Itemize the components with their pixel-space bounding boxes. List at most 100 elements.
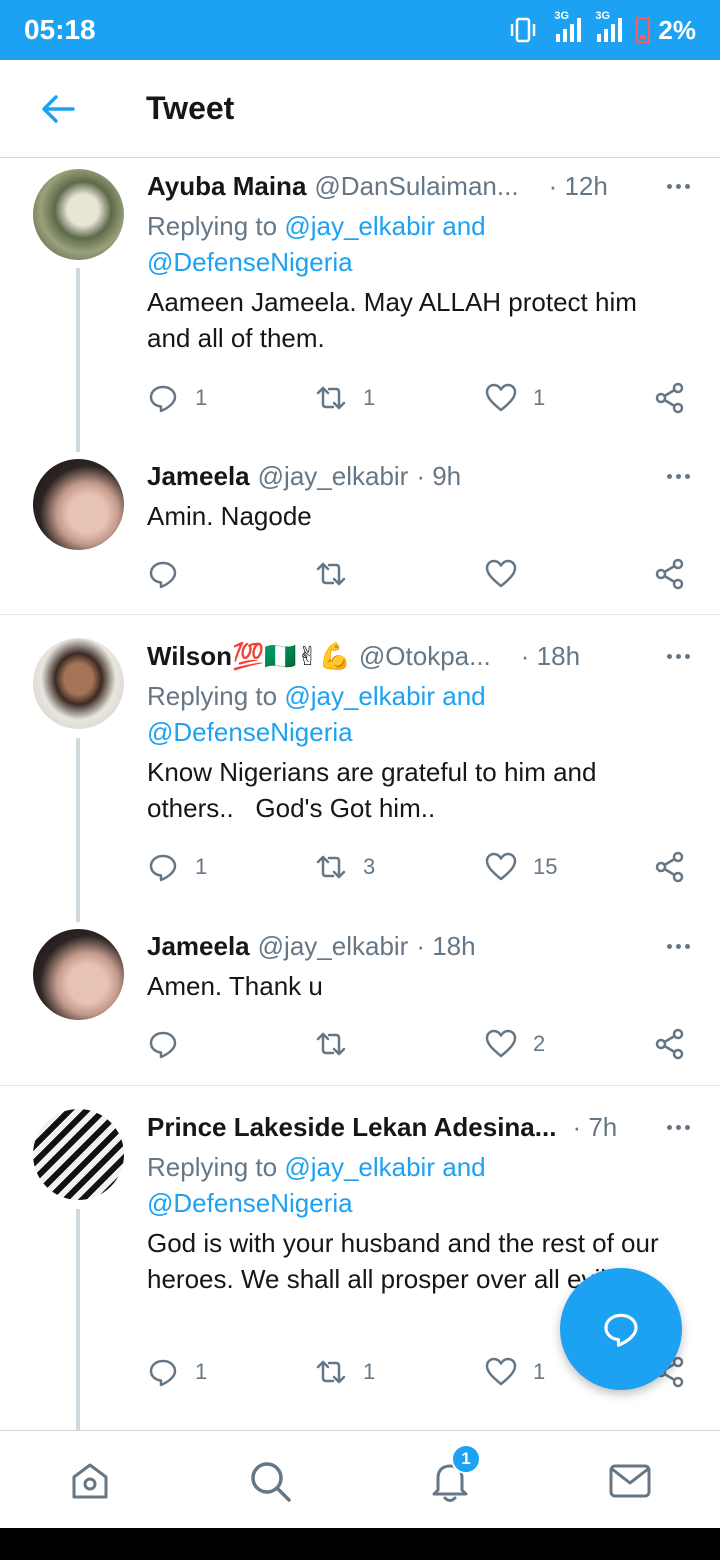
tweet-time: · 12h: [548, 170, 608, 201]
reply-icon: [149, 1031, 177, 1059]
mention-link[interactable]: @jay_elkabir: [284, 211, 435, 241]
reply-button[interactable]: 1: [147, 378, 207, 418]
author-handle[interactable]: @jay_elkabir: [258, 931, 409, 962]
reply-button[interactable]: 1: [147, 847, 207, 887]
status-bar: 05:18 3G 3G 2%: [0, 0, 720, 60]
share-button[interactable]: [654, 1024, 686, 1064]
author-name[interactable]: Ayuba Maina: [147, 171, 306, 202]
reply-button[interactable]: 1: [147, 1352, 207, 1392]
author-handle[interactable]: @jay_elkabir: [258, 461, 409, 492]
retweet-icon: [316, 855, 346, 879]
nav-home[interactable]: [66, 1457, 114, 1505]
tweet-body: Jameela @jay_elkabir · 9h Amin. Nagode: [147, 458, 690, 534]
avatar[interactable]: [33, 169, 124, 260]
tweet-header: Wilson💯🇳🇬✌💪 @Otokpa... · 18h: [147, 638, 690, 674]
author-name[interactable]: Jameela: [147, 931, 250, 962]
heart-icon: [485, 559, 517, 588]
share-button[interactable]: [654, 847, 686, 887]
arrow-left-icon: [42, 94, 75, 123]
tweet-text: Know Nigerians are grateful to him and o…: [147, 757, 604, 823]
reply-count: 1: [195, 854, 208, 879]
reply-icon: [149, 385, 177, 413]
tweet[interactable]: Jameela @jay_elkabir · 18h Amen. Thank u…: [0, 922, 720, 1084]
reply-icon: [149, 561, 177, 589]
author-name[interactable]: Prince Lakeside Lekan Adesina...: [147, 1112, 556, 1143]
nav-messages[interactable]: [606, 1457, 654, 1505]
more-options-button[interactable]: [642, 638, 690, 674]
more-options-button[interactable]: [642, 168, 690, 204]
thread-line: [76, 738, 80, 922]
author-handle[interactable]: @Otokpa...: [359, 641, 491, 672]
signal-icon-2: 3G: [595, 10, 623, 42]
like-count: 15: [533, 854, 558, 879]
app-header: Tweet: [0, 60, 720, 158]
replying-to: Replying to @jay_elkabir and @DefenseNig…: [147, 1152, 486, 1218]
retweet-button[interactable]: 1: [315, 378, 375, 418]
tweet-actions: [147, 554, 692, 594]
more-options-button[interactable]: [642, 458, 690, 494]
author-handle[interactable]: @DanSulaiman...: [314, 171, 518, 202]
like-button[interactable]: 1: [485, 378, 545, 418]
tweet-text: Amin. Nagode: [147, 501, 312, 531]
mention-link[interactable]: @jay_elkabir: [284, 1152, 435, 1182]
more-options-button[interactable]: [642, 928, 690, 964]
compose-reply-button[interactable]: [560, 1268, 682, 1390]
tweet-header: Jameela @jay_elkabir · 9h: [147, 458, 690, 494]
avatar[interactable]: [33, 459, 124, 550]
signal-icon: 3G: [554, 10, 582, 42]
page-title: Tweet: [146, 90, 235, 126]
nav-search[interactable]: [246, 1457, 294, 1505]
mail-icon: [609, 1464, 651, 1498]
mention-link[interactable]: @DefenseNigeria: [147, 247, 353, 277]
reply-count: 1: [195, 385, 208, 410]
retweet-count: 3: [363, 854, 376, 879]
mention-link[interactable]: @DefenseNigeria: [147, 1188, 353, 1218]
share-button[interactable]: [654, 554, 686, 594]
status-icons: 3G 3G 2%: [508, 10, 696, 46]
retweet-icon: [316, 1032, 346, 1056]
share-button[interactable]: [654, 378, 686, 418]
back-button[interactable]: [30, 81, 86, 137]
tweet[interactable]: Jameela @jay_elkabir · 9h Amin. Nagode: [0, 452, 720, 614]
like-button[interactable]: 15: [485, 847, 557, 887]
like-button[interactable]: [485, 554, 533, 594]
retweet-count: 1: [363, 1359, 376, 1384]
system-nav-bar: [0, 1528, 720, 1560]
avatar[interactable]: [33, 1109, 124, 1200]
retweet-icon: [316, 1360, 346, 1384]
reply-icon: [149, 1359, 177, 1387]
author-name[interactable]: Wilson💯🇳🇬✌💪: [147, 641, 351, 672]
retweet-button[interactable]: 3: [315, 847, 375, 887]
avatar[interactable]: [33, 929, 124, 1020]
tweet-actions: 1 1 1: [147, 378, 692, 418]
tweet-body: Jameela @jay_elkabir · 18h Amen. Thank u: [147, 928, 690, 1004]
vibrate-icon: [511, 17, 536, 43]
mention-link[interactable]: @jay_elkabir: [284, 681, 435, 711]
like-button[interactable]: 1: [485, 1352, 545, 1392]
heart-icon: [485, 383, 517, 412]
divider: [0, 1085, 720, 1086]
tweet[interactable]: Ayuba Maina @DanSulaiman... · 12h Replyi…: [0, 160, 720, 452]
avatar[interactable]: [33, 638, 124, 729]
retweet-button[interactable]: [315, 554, 363, 594]
heart-icon: [485, 1357, 517, 1386]
reply-button[interactable]: [147, 1024, 195, 1064]
notification-badge: 1: [451, 1444, 481, 1474]
reply-button[interactable]: [147, 554, 195, 594]
mention-and: and: [442, 1152, 486, 1182]
reply-icon: [149, 854, 177, 882]
like-button[interactable]: 2: [485, 1024, 545, 1064]
tweet-time: · 9h: [416, 460, 462, 491]
tweet[interactable]: Wilson💯🇳🇬✌💪 @Otokpa... · 18h Replying to…: [0, 616, 720, 922]
more-options-button[interactable]: [642, 1109, 690, 1145]
retweet-button[interactable]: [315, 1024, 363, 1064]
tweet-body: Wilson💯🇳🇬✌💪 @Otokpa... · 18h Replying to…: [147, 638, 690, 826]
like-count: 1: [533, 385, 546, 410]
author-name[interactable]: Jameela: [147, 461, 250, 492]
mention-link[interactable]: @DefenseNigeria: [147, 717, 353, 747]
retweet-button[interactable]: 1: [315, 1352, 375, 1392]
battery-level: 2%: [658, 14, 696, 45]
share-icon: [655, 1028, 684, 1060]
retweet-icon: [316, 562, 346, 586]
tweet-time: · 7h: [572, 1111, 618, 1142]
